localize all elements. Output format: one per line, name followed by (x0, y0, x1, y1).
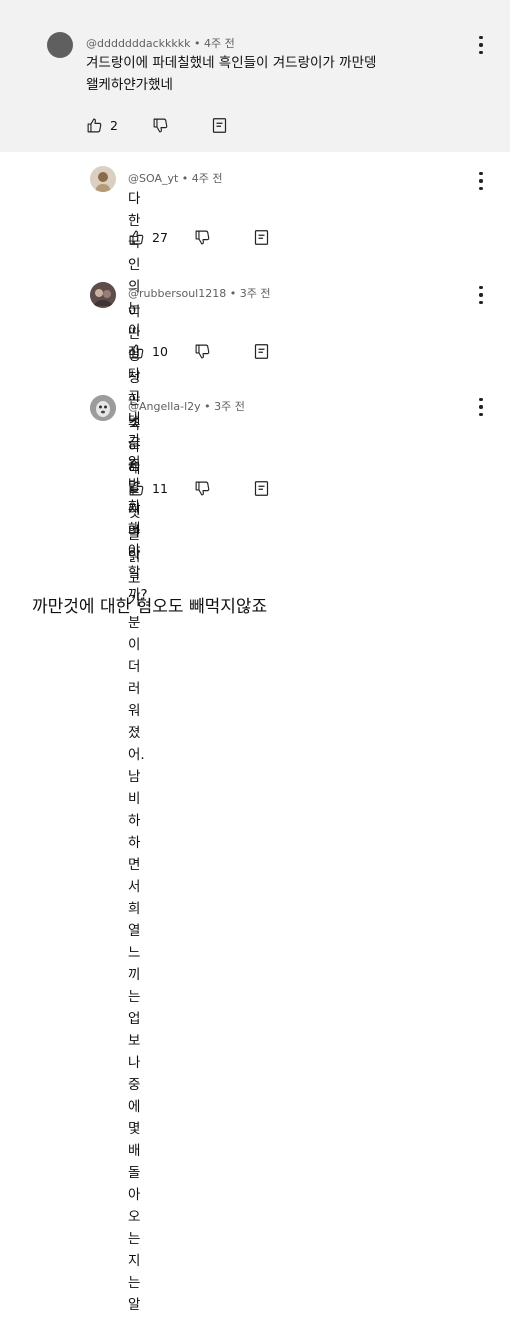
comment-time[interactable]: 4주 전 (204, 37, 235, 50)
comment-text: 겨드랑이에 파데칠했네 흑인들이 겨드랑이가 까만뎅 왤케하얀가했네 (86, 52, 376, 96)
avatar[interactable] (47, 32, 73, 58)
reply-icon (254, 230, 269, 245)
more-actions-menu-button[interactable] (476, 398, 486, 416)
dot-icon (479, 286, 483, 290)
separator-dot: • (194, 37, 201, 50)
author-handle[interactable]: @dddddddackkkkk (86, 37, 191, 50)
separator-dot: • (229, 287, 237, 300)
avatar-image (90, 282, 116, 308)
author-handle[interactable]: @SOA_yt (128, 172, 178, 185)
dot-icon (479, 412, 483, 416)
thumbs-up-icon (129, 481, 144, 496)
comment-thread-parent: @dddddddackkkkk • 4주 전 겨드랑이에 파데칠했네 흑인들이 … (0, 0, 510, 152)
author-handle[interactable]: @Angella-l2y (128, 400, 201, 413)
reply-icon (212, 118, 227, 133)
dot-icon (479, 300, 483, 304)
thumbs-down-icon (195, 344, 210, 359)
like-button[interactable]: 2 (86, 117, 118, 134)
more-actions-menu-button[interactable] (476, 286, 486, 304)
dislike-button[interactable] (194, 480, 211, 497)
dot-icon (479, 179, 483, 183)
comment-text-line: 왤케하얀가했네 (86, 77, 173, 93)
comment-text: 축하해~ 댓글읽고 기분이 더러워졌어. 남 비하하면서 희열느끼는 업보 나중… (128, 414, 148, 1318)
avatar[interactable] (90, 166, 116, 192)
comment-author-line: @dddddddackkkkk • 4주 전 (86, 35, 235, 51)
dislike-button[interactable] (194, 343, 211, 360)
avatar[interactable] (90, 282, 116, 308)
reply-icon (254, 481, 269, 496)
dislike-button[interactable] (194, 229, 211, 246)
reply-button[interactable] (254, 229, 269, 246)
like-button[interactable]: 27 (128, 229, 168, 246)
separator-dot: • (204, 400, 211, 413)
avatar-image (90, 395, 116, 421)
reply-icon (254, 344, 269, 359)
like-count: 27 (152, 230, 168, 245)
dot-icon (479, 405, 483, 409)
thumbs-up-icon (129, 344, 144, 359)
like-count: 11 (152, 481, 168, 496)
dot-icon (479, 398, 483, 402)
like-button[interactable]: 11 (128, 480, 168, 497)
comment-time[interactable]: 3주 전 (214, 400, 245, 413)
thumbs-down-icon (195, 481, 210, 496)
dot-icon (479, 50, 483, 54)
separator-dot: • (181, 172, 189, 185)
dot-icon (479, 293, 483, 297)
reply-button[interactable] (254, 480, 269, 497)
author-handle[interactable]: @rubbersoul1218 (128, 287, 226, 300)
comment-text-line: 겨드랑이에 파데칠했네 흑인들이 겨드랑이가 까만뎅 (86, 55, 377, 71)
comment-text-line: 희열느끼는 업보 나중에 몇배 돌아오는지는 알지? (128, 901, 141, 1313)
thumbs-up-icon (129, 230, 144, 245)
like-count: 2 (110, 118, 118, 133)
reply-button[interactable] (212, 117, 227, 134)
like-button[interactable]: 10 (128, 343, 168, 360)
like-count: 10 (152, 344, 168, 359)
more-actions-menu-button[interactable] (476, 172, 486, 190)
comment-author-line: @Angella-l2y • 3주 전 (128, 398, 245, 414)
avatar[interactable] (90, 395, 116, 421)
comment-author-line: @rubbersoul1218 • 3주 전 (128, 285, 270, 301)
reply-button[interactable] (254, 343, 269, 360)
thumbs-down-icon (153, 118, 168, 133)
dot-icon (479, 186, 483, 190)
comment-author-line: @SOA_yt • 4주 전 (128, 170, 223, 186)
comment-time[interactable]: 3주 전 (240, 287, 271, 300)
more-actions-menu-button[interactable] (476, 36, 486, 54)
caption-text: 까만것에 대한 혐오도 빼먹지않죠 (32, 597, 268, 617)
avatar-image (90, 166, 116, 192)
dot-icon (479, 36, 483, 40)
dot-icon (479, 43, 483, 47)
thumbs-up-icon (87, 118, 102, 133)
thumbs-down-icon (195, 230, 210, 245)
dislike-button[interactable] (152, 117, 169, 134)
comment-time[interactable]: 4주 전 (192, 172, 223, 185)
dot-icon (479, 172, 483, 176)
